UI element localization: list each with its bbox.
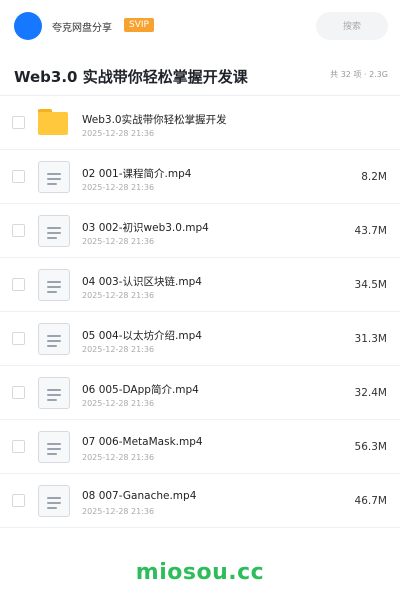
file-row[interactable]: 06 005-DApp简介.mp4 2025-12-28 21:36 32.4M [0,366,400,420]
search-input[interactable] [316,12,388,40]
file-row[interactable]: 04 003-认识区块链.mp4 2025-12-28 21:36 34.5M [0,258,400,312]
file-size: 34.5M [354,279,387,291]
title-bar: Web3.0 实战带你轻松掌握开发课 共 32 项 · 2.3G [0,52,400,96]
share-owner-name: 夸克网盘分享 [52,23,112,34]
file-icon [38,161,70,193]
file-name: Web3.0实战带你轻松掌握开发 [82,114,227,126]
file-name: 07 006-MetaMask.mp4 [82,436,203,448]
select-checkbox[interactable] [12,224,25,237]
file-size: 56.3M [354,441,387,453]
select-checkbox[interactable] [12,386,25,399]
select-checkbox[interactable] [12,440,25,453]
file-size: 31.3M [354,333,387,345]
file-icon [38,485,70,517]
file-time: 2025-12-28 21:36 [82,237,155,246]
file-list: Web3.0实战带你轻松掌握开发 2025-12-28 21:36 02 001-课… [0,96,400,528]
avatar[interactable] [14,12,42,40]
file-icon [38,323,70,355]
select-checkbox[interactable] [12,278,25,291]
file-row[interactable]: 08 007-Ganache.mp4 2025-12-28 21:36 46.7M [0,474,400,528]
file-size: 46.7M [354,495,387,507]
file-time: 2025-12-28 21:36 [82,399,155,408]
file-row[interactable]: 05 004-以太坊介绍.mp4 2025-12-28 21:36 31.3M [0,312,400,366]
file-time: 2025-12-28 21:36 [82,291,155,300]
file-time: 2025-12-28 21:36 [82,129,155,138]
file-time: 2025-12-28 21:36 [82,507,155,516]
select-checkbox[interactable] [12,494,25,507]
top-bar: 夸克网盘分享 SVIP [0,0,400,52]
file-row[interactable]: 03 002-初识web3.0.mp4 2025-12-28 21:36 43.7M [0,204,400,258]
file-size: 32.4M [354,387,387,399]
file-size: 43.7M [354,225,387,237]
file-name: 02 001-课程简介.mp4 [82,168,192,180]
file-time: 2025-12-28 21:36 [82,345,155,354]
select-checkbox[interactable] [12,170,25,183]
file-size: 8.2M [361,171,387,183]
file-icon [38,377,70,409]
file-time: 2025-12-28 21:36 [82,183,155,192]
file-name: 03 002-初识web3.0.mp4 [82,222,209,234]
item-count-meta: 共 32 项 · 2.3G [330,70,388,79]
folder-icon [38,107,70,139]
page-title: Web3.0 实战带你轻松掌握开发课 [14,68,248,86]
file-time: 2025-12-28 21:36 [82,453,155,462]
file-name: 08 007-Ganache.mp4 [82,490,197,502]
file-row[interactable]: 02 001-课程简介.mp4 2025-12-28 21:36 8.2M [0,150,400,204]
file-icon [38,431,70,463]
file-row[interactable]: Web3.0实战带你轻松掌握开发 2025-12-28 21:36 [0,96,400,150]
svip-badge: SVIP [124,18,154,32]
file-icon [38,269,70,301]
file-row[interactable]: 07 006-MetaMask.mp4 2025-12-28 21:36 56.3M [0,420,400,474]
file-name: 04 003-认识区块链.mp4 [82,276,202,288]
file-icon [38,215,70,247]
file-name: 06 005-DApp简介.mp4 [82,384,199,396]
watermark: miosou.cc [135,560,265,585]
file-name: 05 004-以太坊介绍.mp4 [82,330,202,342]
select-checkbox[interactable] [12,332,25,345]
select-checkbox[interactable] [12,116,25,129]
